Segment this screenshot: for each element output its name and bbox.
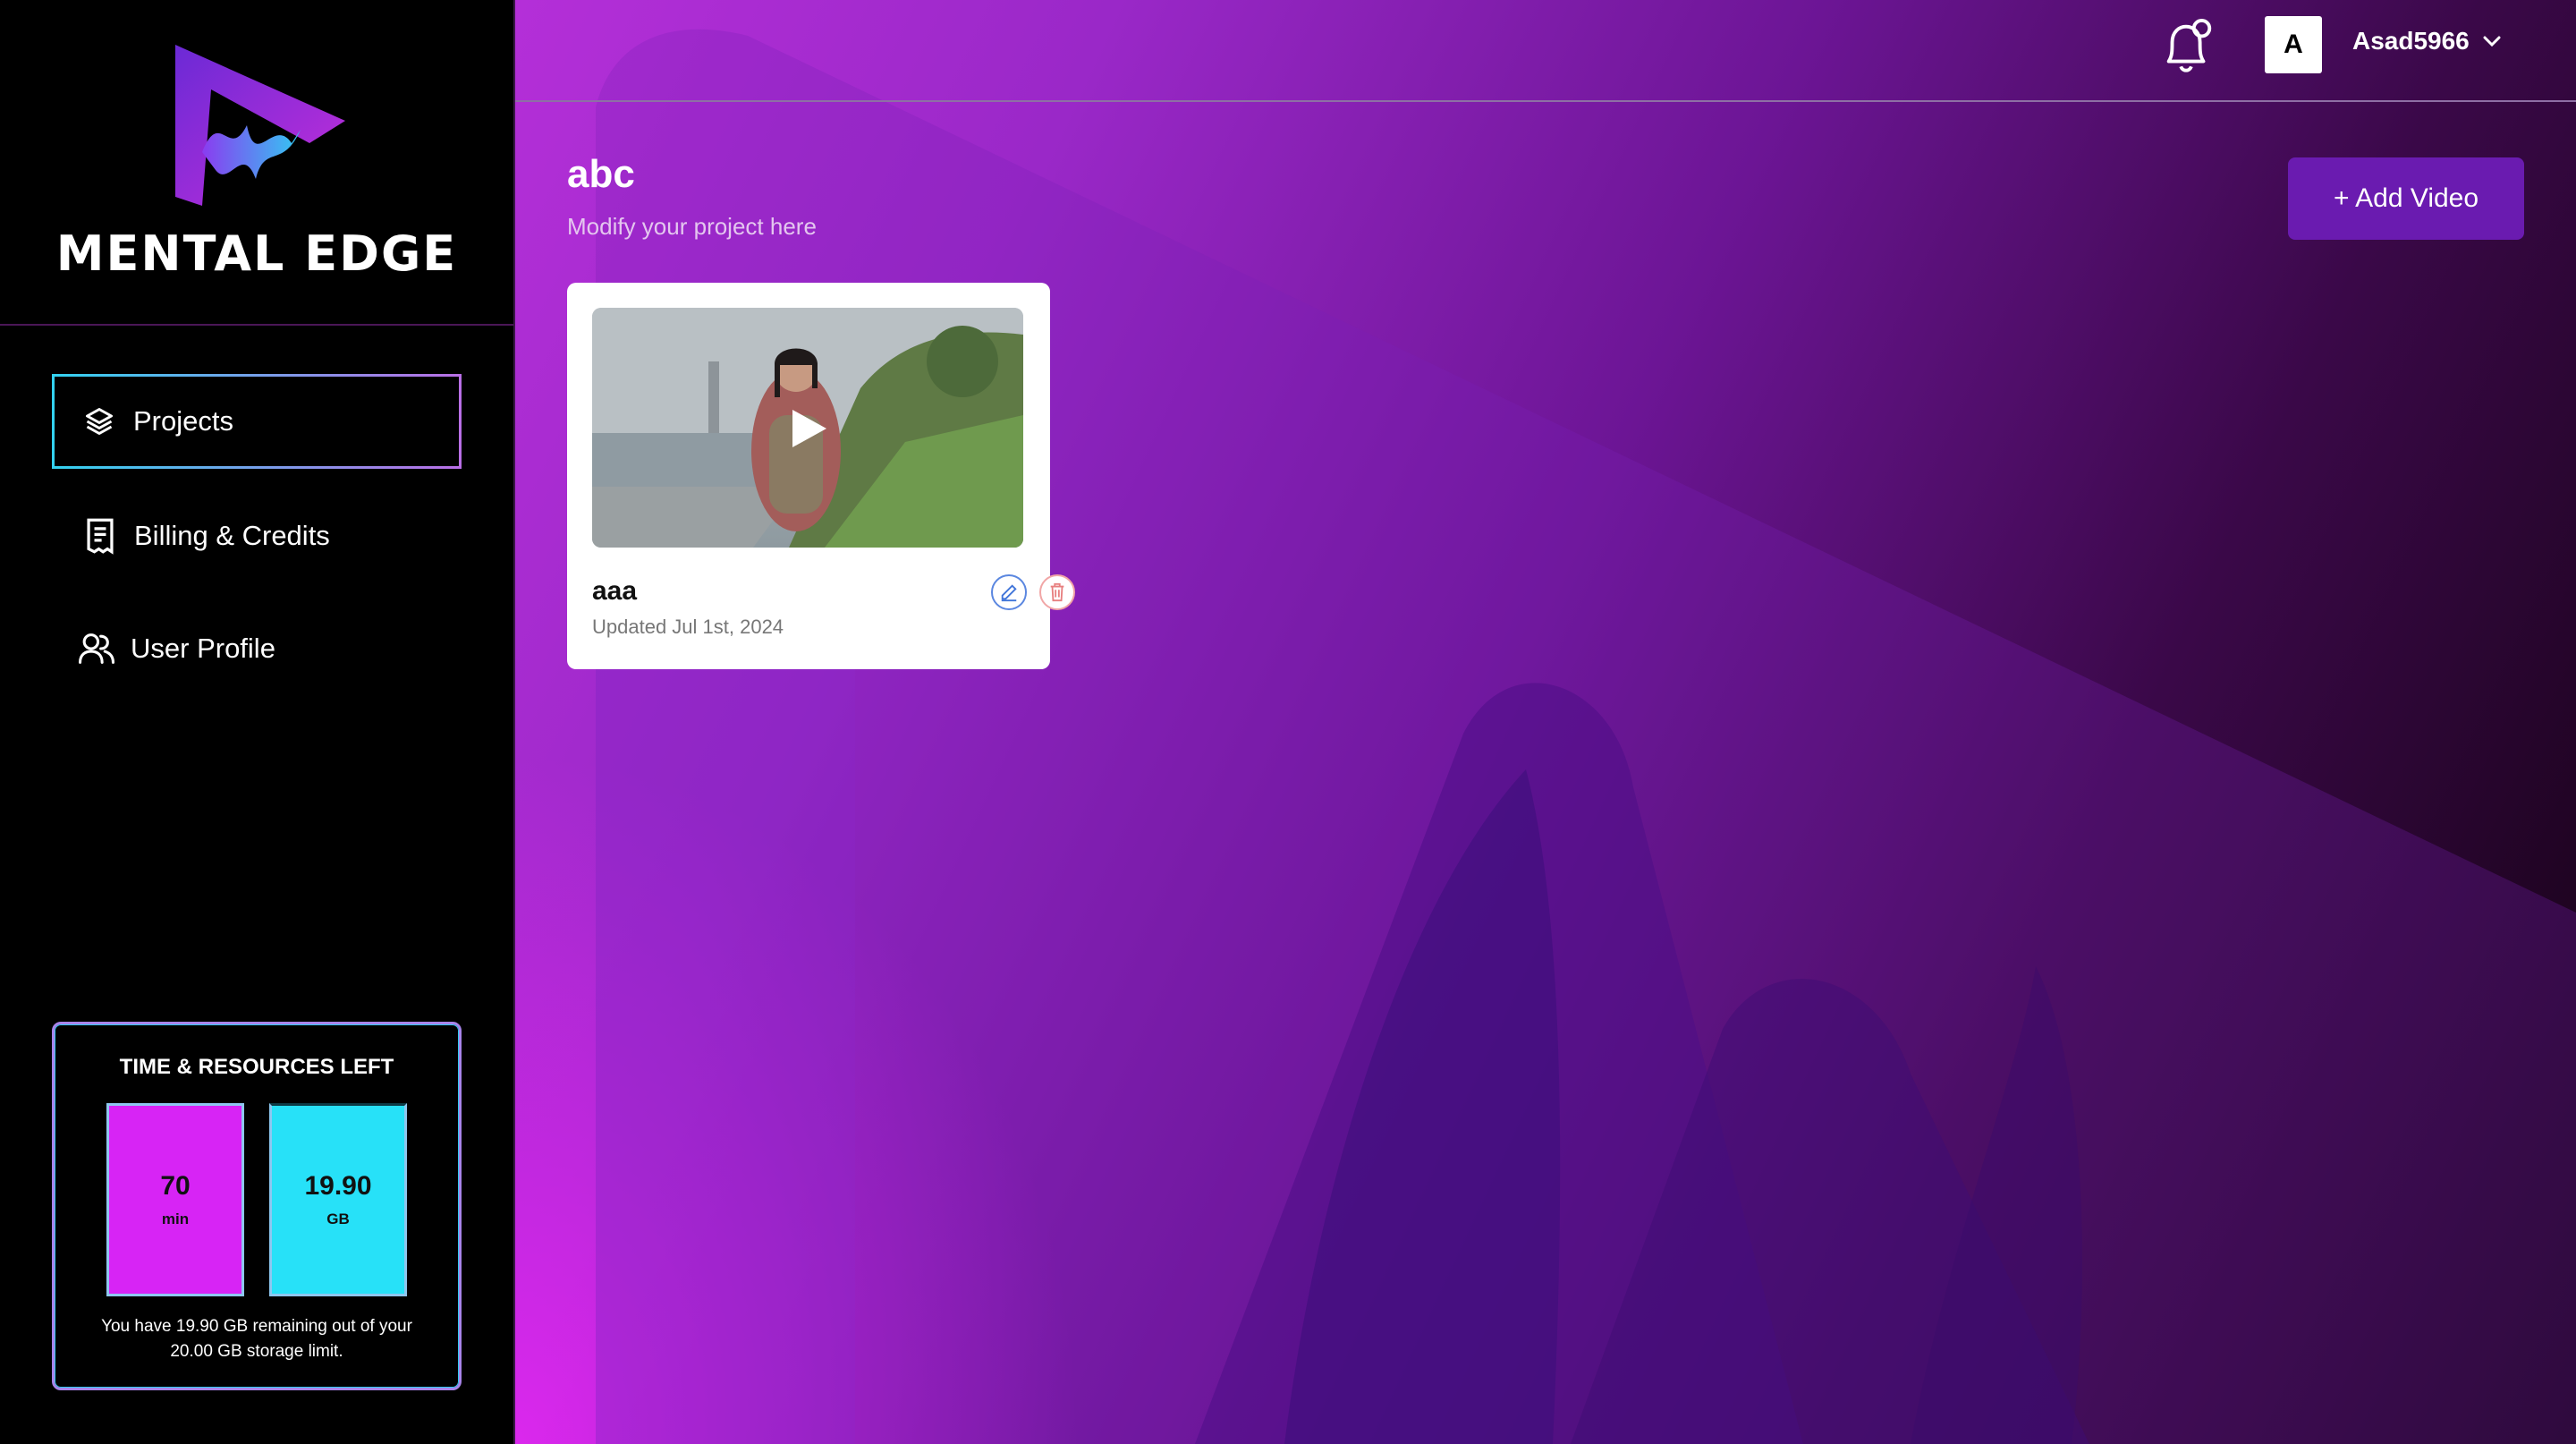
delete-button[interactable]: [1039, 574, 1075, 610]
video-card[interactable]: aaa Updated Jul 1st, 2024: [567, 283, 1075, 669]
resources-panel: TIME & RESOURCES LEFT 70 min 19.90 GB Yo…: [52, 1022, 462, 1390]
logo-icon: [175, 45, 345, 206]
chevron-down-icon: [2483, 36, 2501, 47]
pencil-icon: [1001, 584, 1017, 602]
video-updated-date: Updated Jul 1st, 2024: [592, 616, 784, 638]
video-thumbnail[interactable]: [592, 308, 1023, 548]
sidebar-item-billing[interactable]: Billing & Credits: [52, 488, 462, 583]
video-title: aaa: [592, 576, 638, 606]
time-left-value: 70: [160, 1171, 191, 1201]
layers-icon: [81, 403, 117, 439]
logo-area: MENTAL EDGE: [0, 0, 513, 326]
add-video-button[interactable]: + Add Video: [2288, 157, 2524, 240]
notification-bell-icon[interactable]: [2159, 18, 2216, 77]
time-left-box: 70 min: [106, 1103, 244, 1296]
page-subtitle: Modify your project here: [567, 213, 817, 240]
time-left-unit: min: [161, 1210, 190, 1227]
resources-title: TIME & RESOURCES LEFT: [119, 1055, 394, 1079]
brand-name: MENTAL EDGE: [55, 225, 458, 282]
storage-note: You have 19.90 GB remaining out of your …: [101, 1317, 412, 1361]
storage-left-value: 19.90: [304, 1171, 372, 1201]
main-content: A Asad5966 abc Modify your project here …: [515, 0, 2576, 1444]
users-icon: [79, 631, 114, 667]
sidebar-item-user-profile[interactable]: User Profile: [52, 601, 462, 696]
edit-button[interactable]: [991, 574, 1027, 610]
page-title: abc: [567, 152, 635, 196]
storage-left-unit: GB: [326, 1210, 350, 1227]
sidebar: MENTAL EDGE Projects Billing & Credits U…: [0, 0, 515, 1444]
sidebar-item-label: Billing & Credits: [134, 520, 330, 551]
user-menu[interactable]: Asad5966: [2352, 27, 2502, 55]
sidebar-item-label: Projects: [133, 405, 233, 437]
avatar[interactable]: A: [2265, 16, 2322, 73]
storage-left-box: 19.90 GB: [269, 1103, 407, 1296]
sidebar-item-label: User Profile: [131, 633, 275, 664]
top-bar: A Asad5966: [515, 0, 2576, 102]
sidebar-item-projects[interactable]: Projects: [52, 374, 462, 469]
background-logo-graphic: [596, 29, 2576, 1444]
play-icon[interactable]: [789, 408, 828, 449]
trash-icon: [1050, 582, 1064, 602]
receipt-icon: [82, 518, 118, 555]
username-label: Asad5966: [2352, 27, 2470, 55]
